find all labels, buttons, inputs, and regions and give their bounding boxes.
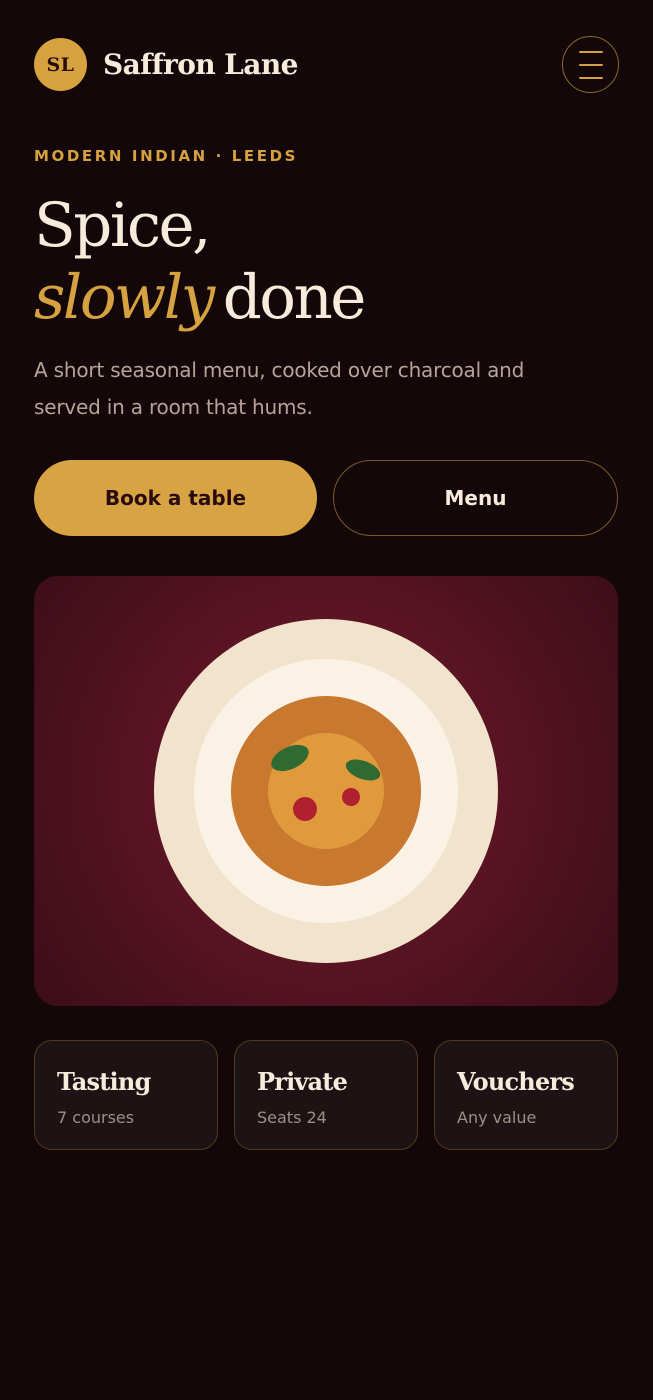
site-header: SL Saffron Lane xyxy=(34,36,619,94)
card-title: Tasting xyxy=(57,1067,151,1096)
hero-image xyxy=(34,576,618,1006)
hero-eyebrow: MODERN INDIAN · LEEDS xyxy=(34,147,299,165)
menu-button[interactable] xyxy=(562,36,619,93)
card-private[interactable]: Private Seats 24 xyxy=(234,1040,418,1150)
brand-name[interactable]: Saffron Lane xyxy=(103,48,298,81)
card-title: Private xyxy=(257,1067,348,1096)
headline-line-1: Spice, xyxy=(34,190,212,261)
card-subtitle: 7 courses xyxy=(57,1108,135,1127)
hero-headline: Spice, slowly done xyxy=(34,190,367,334)
logo-badge[interactable]: SL xyxy=(34,38,87,91)
menu-link-button[interactable]: Menu xyxy=(333,460,618,536)
card-tasting[interactable]: Tasting 7 courses xyxy=(34,1040,218,1150)
hamburger-menu-icon xyxy=(579,51,603,53)
hero-lead: A short seasonal menu, cooked over charc… xyxy=(34,358,525,419)
card-vouchers[interactable]: Vouchers Any value xyxy=(434,1040,618,1150)
card-subtitle: Any value xyxy=(457,1108,537,1127)
hamburger-menu-icon xyxy=(579,64,603,66)
feature-cards: Tasting 7 courses Private Seats 24 Vouch… xyxy=(34,1040,618,1150)
curry-plate-icon xyxy=(154,619,498,963)
headline-accent: slowly xyxy=(34,262,215,333)
card-subtitle: Seats 24 xyxy=(257,1108,327,1127)
headline-line-2: done xyxy=(222,262,367,333)
book-table-button[interactable]: Book a table xyxy=(34,460,317,536)
card-title: Vouchers xyxy=(457,1067,575,1096)
hamburger-menu-icon xyxy=(579,77,603,79)
